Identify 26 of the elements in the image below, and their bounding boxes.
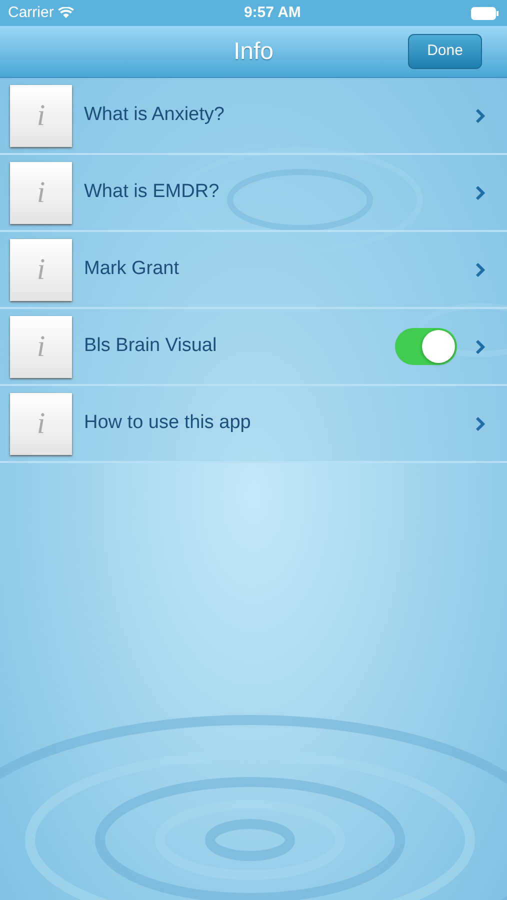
row-label: Mark Grant: [84, 257, 180, 282]
info-icon: i: [10, 238, 72, 300]
wifi-icon: [58, 7, 74, 19]
battery-icon: [471, 6, 499, 20]
screen-title: Info: [233, 36, 274, 66]
chevron-icon: [475, 184, 485, 200]
info-icon: i: [10, 162, 72, 224]
carrier-label: Carrier: [8, 2, 54, 23]
row-label: What is EMDR?: [84, 180, 220, 204]
clock: 9:57 AM: [244, 2, 301, 23]
list-row[interactable]: i What is EMDR?: [0, 155, 507, 232]
chevron-icon: [475, 338, 485, 354]
row-label: Bls Brain Visual: [84, 334, 218, 358]
list-row[interactable]: i Mark Grant: [0, 232, 507, 309]
info-icon: i: [10, 392, 72, 454]
row-label: How to use this app: [84, 411, 252, 436]
chevron-icon: [475, 262, 485, 278]
info-icon: i: [10, 316, 72, 378]
row-label: What is Anxiety?: [84, 103, 226, 128]
list-row[interactable]: i Bls Brain Visual: [0, 309, 507, 386]
chevron-icon: [475, 416, 485, 432]
chevron-icon: [475, 108, 485, 124]
list-row[interactable]: i What is Anxiety?: [0, 78, 507, 155]
done-button[interactable]: Done: [408, 34, 482, 69]
info-icon: i: [10, 84, 72, 146]
list-row[interactable]: i How to use this app: [0, 386, 507, 463]
